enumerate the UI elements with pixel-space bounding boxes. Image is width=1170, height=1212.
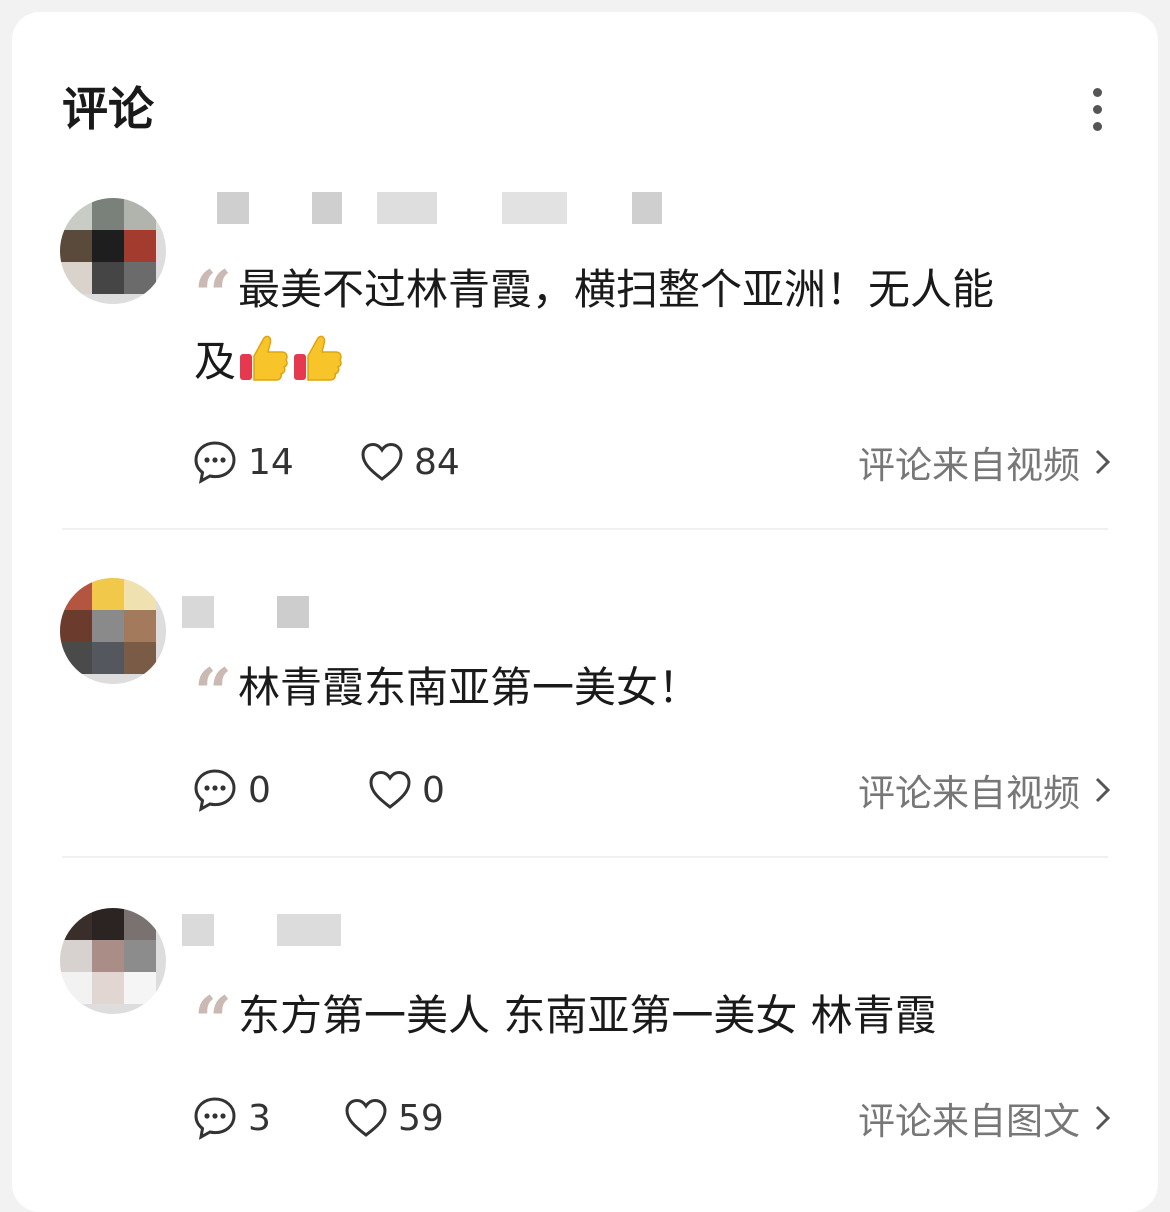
- heart-icon: [345, 1098, 387, 1137]
- username-blurred: [182, 596, 692, 630]
- comment-actions: 0 0 评论来自视频: [192, 760, 1112, 820]
- comment-actions: 14 84 评论来自视频: [192, 432, 1112, 492]
- page-title: 评论: [62, 82, 154, 136]
- comment-text: “最美不过林青霞，横扫整个亚洲！无人能 及: [194, 256, 994, 386]
- chevron-right-icon: [1095, 777, 1111, 803]
- heart-icon: [369, 770, 411, 809]
- quote-icon: “: [194, 982, 232, 1060]
- comment-bubble-icon: [194, 1097, 236, 1140]
- username-blurred: [182, 914, 692, 948]
- comment-source-link[interactable]: 评论来自视频: [858, 760, 1112, 820]
- like-button[interactable]: 59: [344, 1088, 444, 1148]
- comments-header: 评论: [62, 74, 1122, 144]
- like-button[interactable]: 0: [368, 760, 445, 820]
- reply-button[interactable]: 0: [192, 760, 271, 820]
- heart-icon: [361, 442, 403, 481]
- avatar[interactable]: [60, 198, 166, 304]
- more-options-icon[interactable]: [1072, 84, 1122, 134]
- avatar[interactable]: [60, 908, 166, 1014]
- source-label: 评论来自视频: [858, 444, 1080, 487]
- like-count: 59: [398, 1097, 444, 1139]
- avatar[interactable]: [60, 578, 166, 684]
- comment-actions: 3 59 评论来自图文: [192, 1088, 1112, 1148]
- comment-text: “东方第一美人 东南亚第一美女 林青霞: [194, 982, 937, 1060]
- thumbs-up-icon: [292, 332, 344, 384]
- reply-count: 3: [248, 1097, 271, 1139]
- comment-bubble-icon: [194, 441, 236, 484]
- like-count: 84: [414, 441, 460, 483]
- quote-icon: “: [194, 256, 232, 334]
- chevron-right-icon: [1095, 449, 1111, 475]
- comment-bubble-icon: [194, 769, 236, 812]
- comment-source-link[interactable]: 评论来自图文: [858, 1088, 1112, 1148]
- like-count: 0: [422, 769, 445, 811]
- like-button[interactable]: 84: [360, 432, 460, 492]
- comment-text: “林青霞东南亚第一美女！: [194, 654, 700, 732]
- divider: [62, 528, 1108, 530]
- source-label: 评论来自视频: [858, 772, 1080, 815]
- quote-icon: “: [194, 654, 232, 732]
- divider: [62, 856, 1108, 858]
- reply-count: 0: [248, 769, 271, 811]
- comment-source-link[interactable]: 评论来自视频: [858, 432, 1112, 492]
- chevron-right-icon: [1095, 1105, 1111, 1131]
- reply-count: 14: [248, 441, 294, 483]
- comments-card: 评论 “最美不过林青霞，横扫整个亚洲！无人能 及 14 84 评论来自视频 “ …: [12, 12, 1158, 1212]
- thumbs-up-icon: [238, 332, 290, 384]
- source-label: 评论来自图文: [858, 1100, 1080, 1143]
- username-blurred: [212, 192, 692, 226]
- reply-button[interactable]: 3: [192, 1088, 271, 1148]
- reply-button[interactable]: 14: [192, 432, 294, 492]
